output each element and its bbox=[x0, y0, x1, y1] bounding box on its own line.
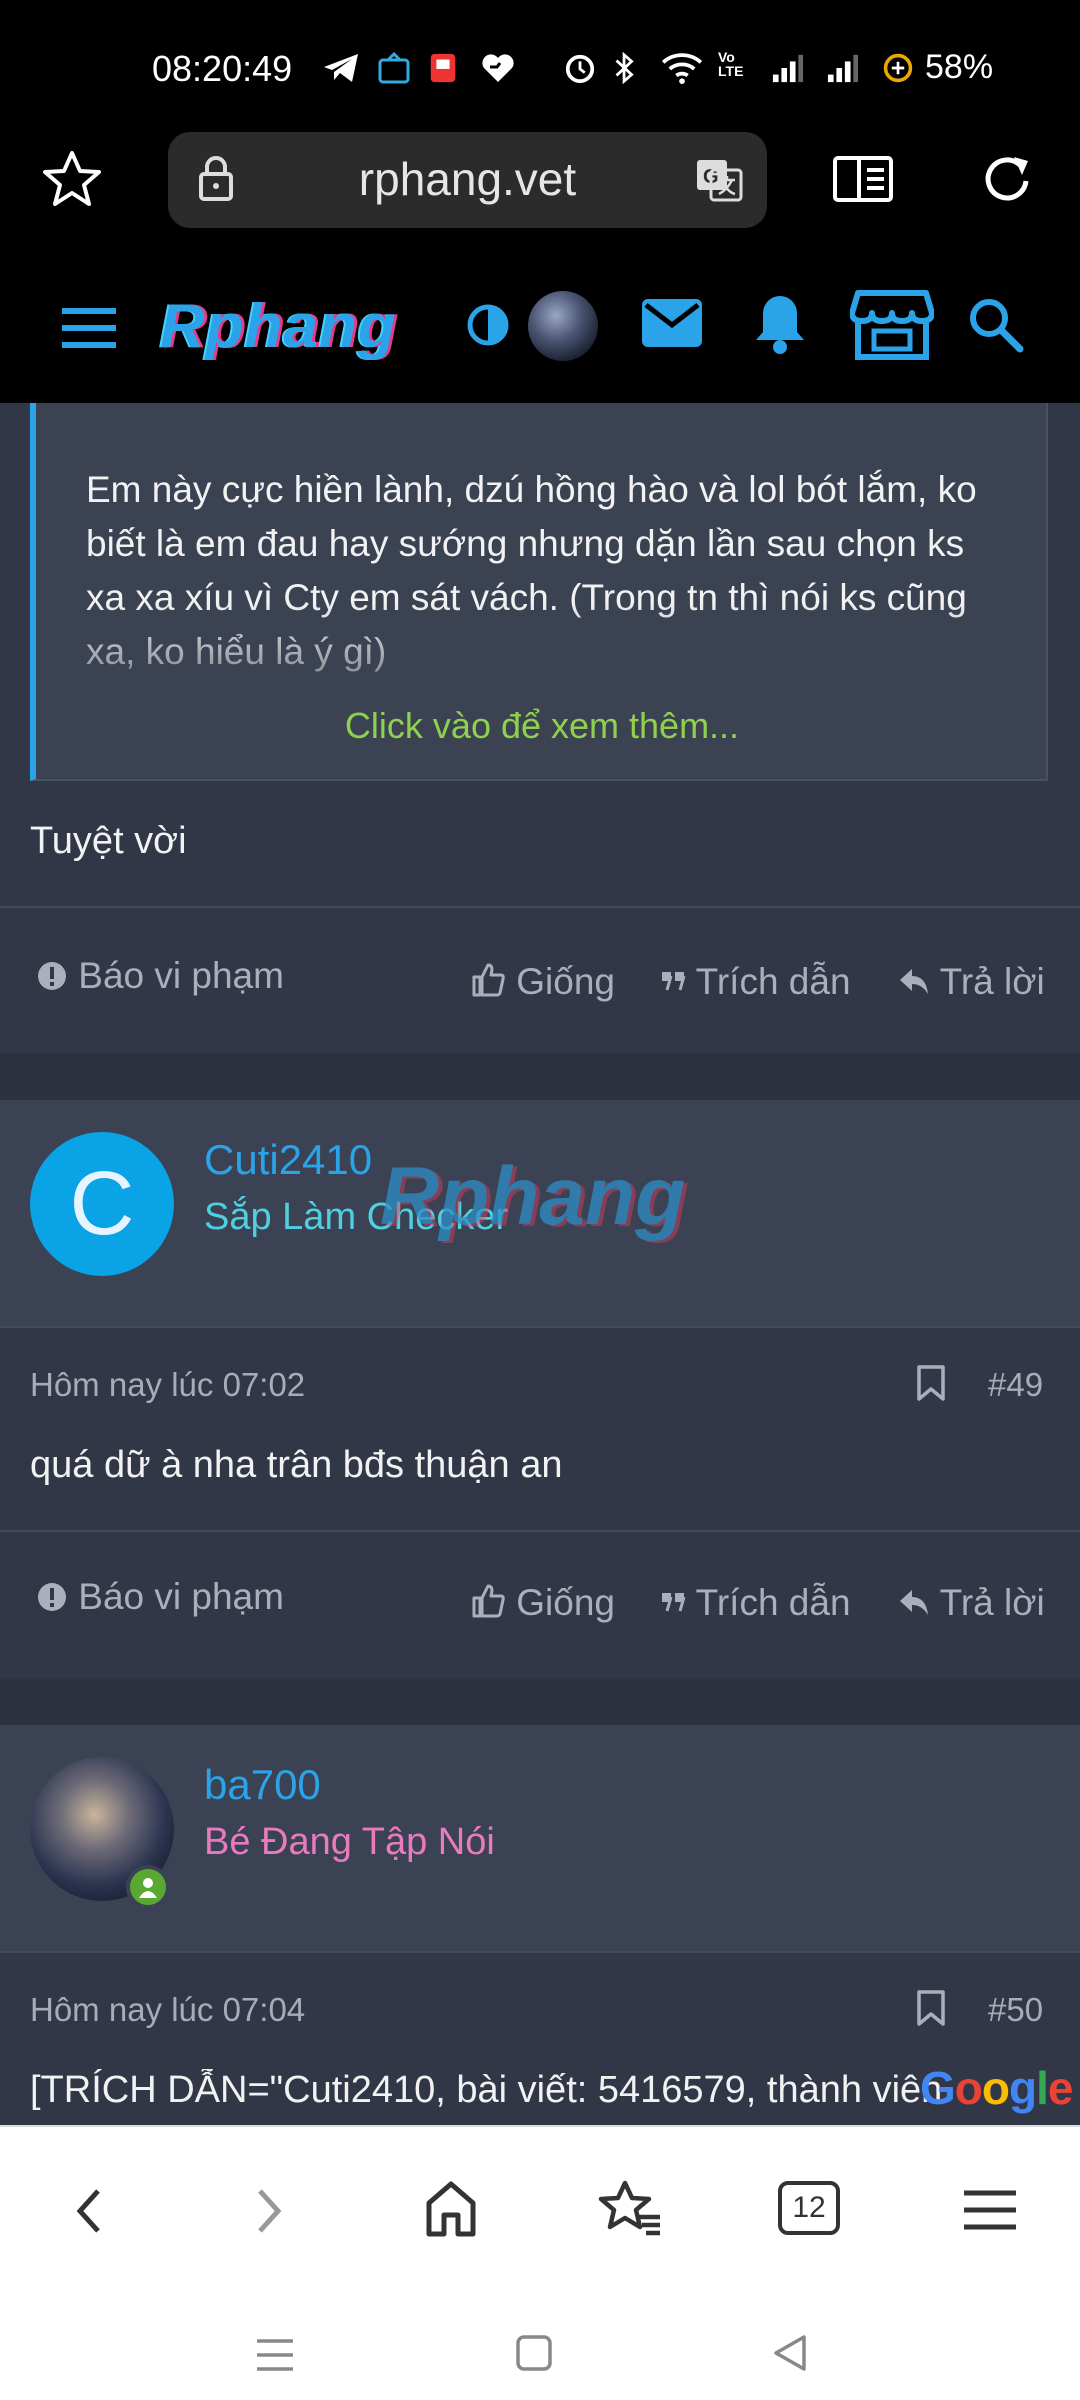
thumbs-up-icon bbox=[472, 963, 505, 997]
translate-icon[interactable]: G bbox=[695, 158, 743, 202]
user-rank: Bé Đang Tập Nói bbox=[204, 1821, 495, 1863]
alarm-icon bbox=[565, 54, 595, 84]
divider bbox=[0, 1530, 1080, 1532]
alert-icon bbox=[38, 962, 66, 990]
quote-label: Trích dẫn bbox=[695, 961, 851, 1002]
reader-mode-icon[interactable] bbox=[832, 155, 894, 203]
tiktok-icon bbox=[378, 52, 410, 84]
volte-icon: Vo LTE bbox=[718, 49, 744, 79]
report-label: Báo vi phạm bbox=[78, 1576, 284, 1617]
forward-icon[interactable] bbox=[252, 2187, 286, 2235]
report-label: Báo vi phạm bbox=[78, 955, 284, 996]
signal-icon bbox=[772, 54, 804, 83]
bookmark-star-icon[interactable] bbox=[40, 147, 104, 211]
reply-label: Trả lời bbox=[939, 961, 1045, 1002]
post-body: Tuyệt vời bbox=[30, 820, 187, 862]
quote-expand-link[interactable]: Click vào để xem thêm... bbox=[36, 705, 1048, 747]
status-bar: 08:20:49 Vo LTE 58% bbox=[0, 0, 1080, 135]
post-user-header: C Cuti2410 Sắp Làm Checker Rphang bbox=[0, 1100, 1080, 1326]
status-time: 08:20:49 bbox=[152, 48, 293, 89]
bluetooth-icon bbox=[615, 52, 634, 84]
watermark-logo: Rphang bbox=[380, 1151, 686, 1242]
quote-button[interactable]: Trích dẫn bbox=[660, 1582, 851, 1624]
shopee-pay-icon bbox=[430, 53, 456, 83]
username-link[interactable]: Cuti2410 bbox=[204, 1136, 372, 1184]
reply-button[interactable]: Trả lời bbox=[898, 961, 1045, 1003]
post-50: ba700 Bé Đang Tập Nói Hôm nay lúc 07:04 … bbox=[0, 1725, 1080, 2125]
divider bbox=[0, 1951, 1080, 1953]
bookmark-icon[interactable] bbox=[916, 1989, 946, 2027]
google-badge[interactable]: Google bbox=[920, 2061, 1073, 2115]
quote-label: Trích dẫn bbox=[695, 1582, 851, 1623]
system-home-icon[interactable] bbox=[514, 2333, 554, 2373]
reply-label: Trả lời bbox=[939, 1582, 1045, 1623]
like-label: Giống bbox=[516, 961, 616, 1002]
telegram-icon bbox=[324, 54, 358, 82]
username-link[interactable]: ba700 bbox=[204, 1761, 321, 1809]
tabs-button[interactable]: 12 bbox=[778, 2181, 840, 2235]
like-button[interactable]: Giống bbox=[470, 1582, 615, 1624]
post-body: quá dữ à nha trân bđs thuận an bbox=[30, 1444, 563, 1486]
post-time[interactable]: Hôm nay lúc 07:02 bbox=[30, 1366, 305, 1404]
theme-toggle-icon[interactable] bbox=[466, 303, 510, 347]
url-text[interactable]: rphang.vet bbox=[168, 152, 767, 206]
user-avatar[interactable]: C bbox=[30, 1132, 174, 1276]
divider bbox=[0, 906, 1080, 908]
back-icon[interactable] bbox=[72, 2187, 106, 2235]
post-number[interactable]: #50 bbox=[988, 1991, 1043, 2029]
wifi-icon bbox=[661, 53, 703, 84]
thumbs-up-icon bbox=[472, 1584, 505, 1618]
site-header: Rphang bbox=[0, 265, 1080, 403]
like-label: Giống bbox=[516, 1582, 616, 1623]
post-49: C Cuti2410 Sắp Làm Checker Rphang Hôm na… bbox=[0, 1100, 1080, 1678]
notification-bell-icon[interactable] bbox=[750, 290, 810, 356]
store-icon[interactable] bbox=[850, 287, 934, 361]
home-icon[interactable] bbox=[424, 2179, 478, 2239]
quote-button[interactable]: Trích dẫn bbox=[660, 961, 851, 1003]
post-user-header: ba700 Bé Đang Tập Nói bbox=[0, 1725, 1080, 1951]
site-logo[interactable]: Rphang bbox=[160, 291, 397, 362]
recents-icon[interactable] bbox=[255, 2335, 295, 2375]
reply-button[interactable]: Trả lời bbox=[898, 1582, 1045, 1624]
reply-icon bbox=[900, 969, 928, 994]
reply-icon bbox=[900, 1590, 928, 1615]
post-time[interactable]: Hôm nay lúc 07:04 bbox=[30, 1991, 305, 2029]
system-back-icon[interactable] bbox=[770, 2333, 810, 2373]
online-status-icon bbox=[126, 1865, 170, 1909]
reload-icon[interactable] bbox=[980, 151, 1036, 207]
post-body: [TRÍCH DẪN="Cuti2410, bài viết: 5416579,… bbox=[30, 2069, 943, 2111]
mail-icon[interactable] bbox=[640, 297, 704, 349]
battery-level: 58% bbox=[925, 48, 994, 86]
report-button[interactable]: Báo vi phạm bbox=[36, 1576, 284, 1618]
post-number[interactable]: #49 bbox=[988, 1366, 1043, 1404]
menu-icon[interactable] bbox=[962, 2189, 1018, 2231]
signal-icon bbox=[827, 54, 859, 83]
battery-saver-icon bbox=[883, 53, 913, 83]
bookmarks-icon[interactable] bbox=[598, 2179, 664, 2239]
post-48: Em này cực hiền lành, dzú hồng hào và lo… bbox=[0, 403, 1080, 1053]
menu-icon[interactable] bbox=[60, 305, 118, 351]
address-bar[interactable]: rphang.vet G bbox=[168, 132, 767, 228]
report-button[interactable]: Báo vi phạm bbox=[36, 955, 284, 997]
search-icon[interactable] bbox=[966, 295, 1024, 353]
quote-block: Em này cực hiền lành, dzú hồng hào và lo… bbox=[30, 403, 1048, 781]
like-button[interactable]: Giống bbox=[470, 961, 615, 1003]
quote-marks-icon bbox=[662, 1593, 686, 1612]
browser-bottom-nav: 12 bbox=[0, 2125, 1080, 2400]
alert-icon bbox=[38, 1583, 66, 1611]
heart-icon bbox=[482, 54, 514, 82]
divider bbox=[0, 1326, 1080, 1328]
quote-marks-icon bbox=[662, 972, 686, 991]
user-avatar[interactable] bbox=[528, 291, 598, 361]
bookmark-icon[interactable] bbox=[916, 1364, 946, 1402]
